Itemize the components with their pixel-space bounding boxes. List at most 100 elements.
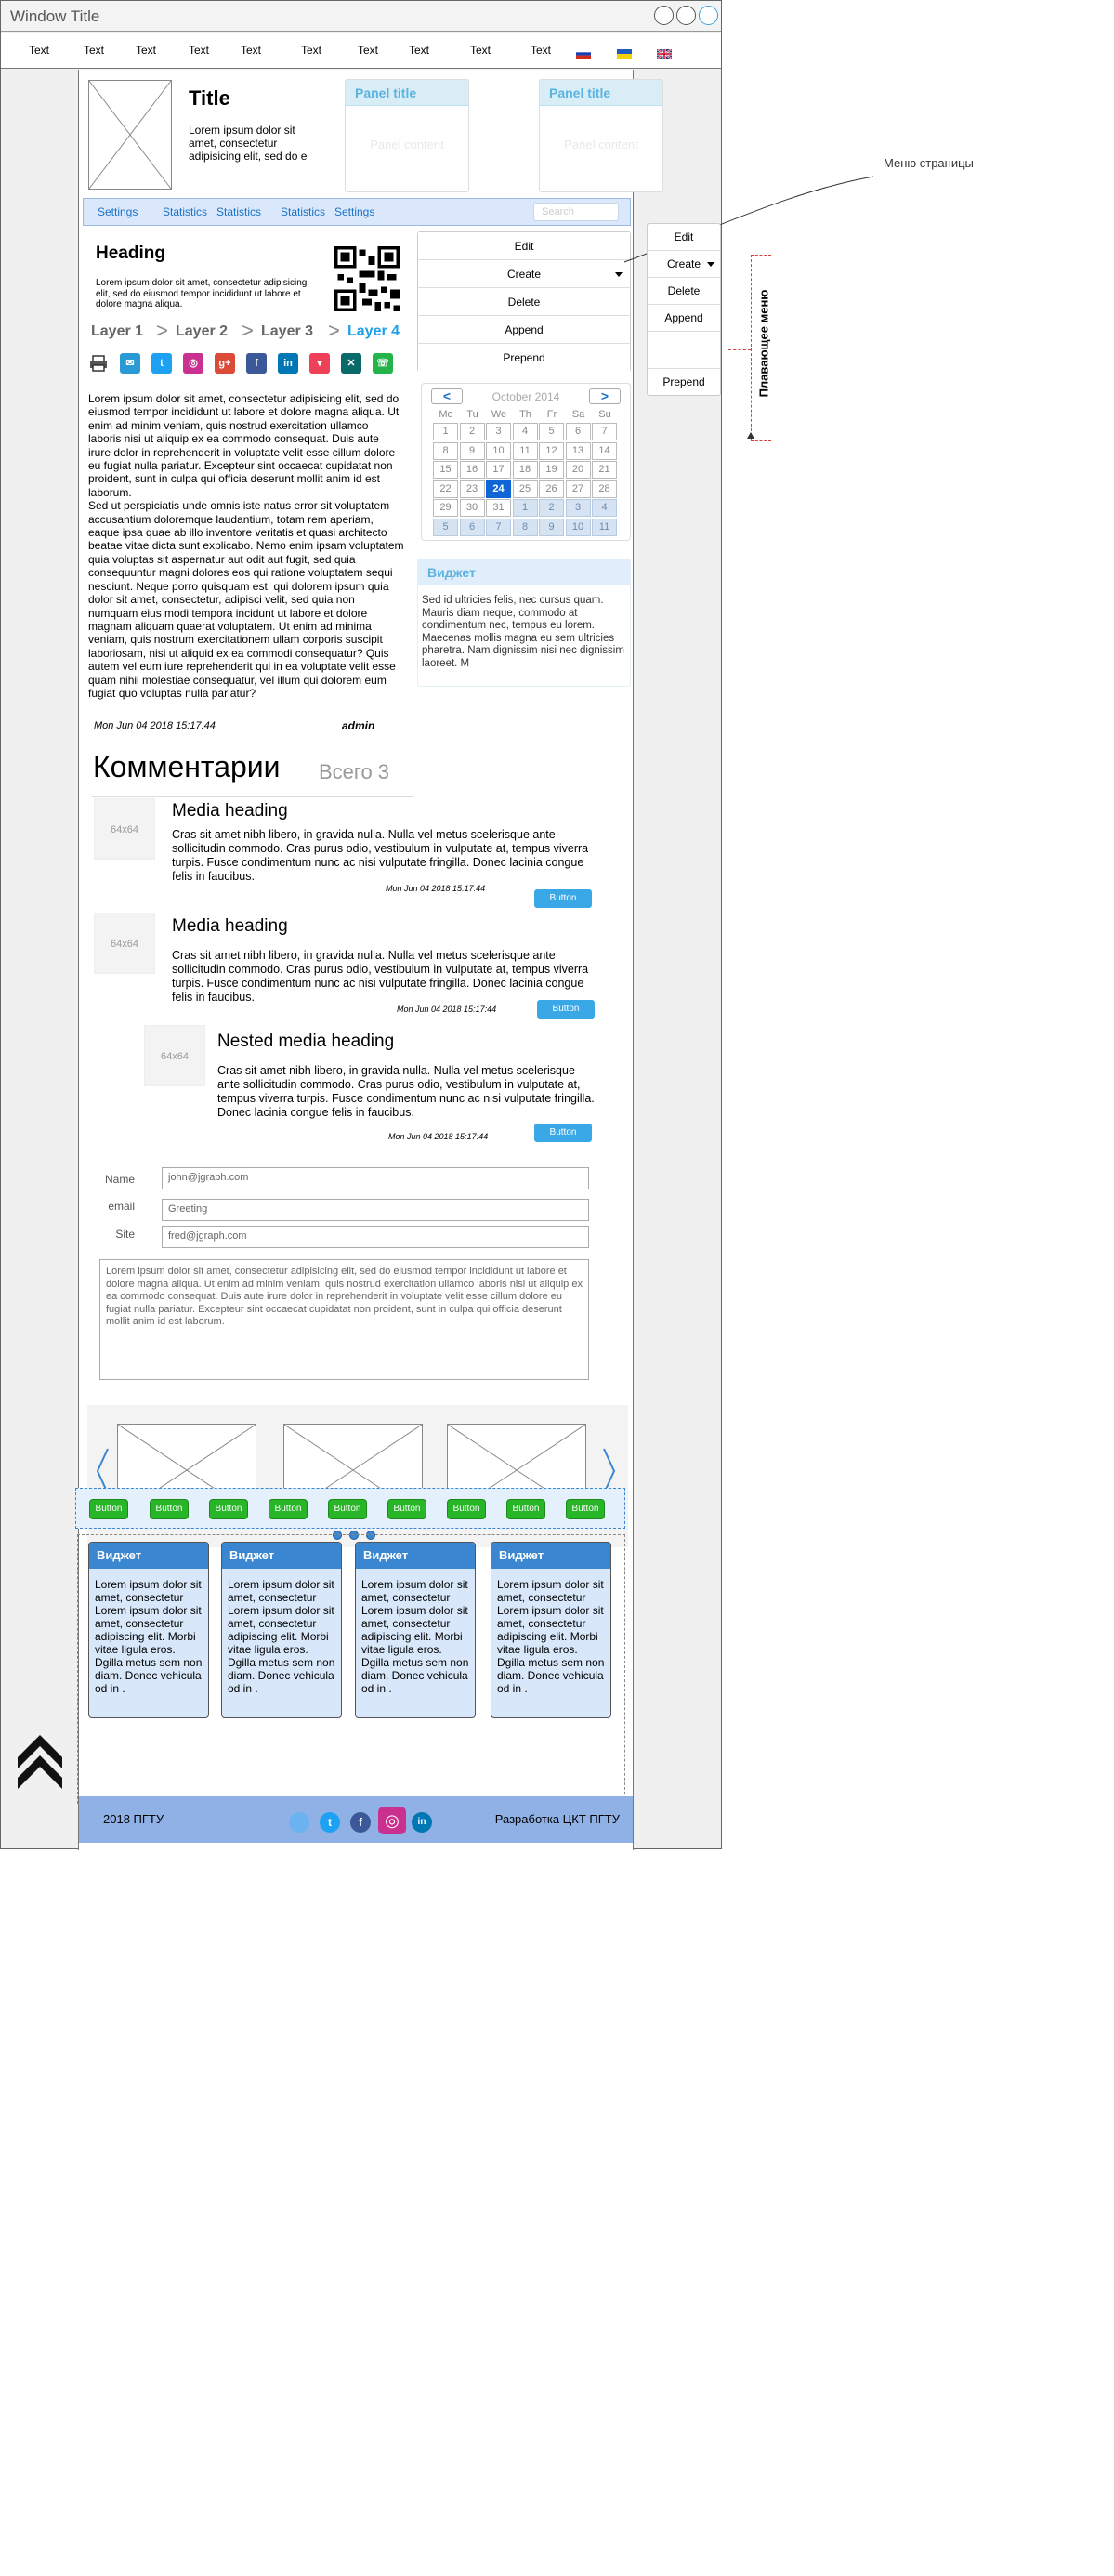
site-field[interactable]: fred@jgraph.com bbox=[162, 1226, 589, 1248]
calendar-day[interactable]: 15 bbox=[433, 461, 458, 479]
email-field[interactable]: Greeting bbox=[162, 1199, 589, 1221]
side-menu-item-create[interactable]: Create bbox=[418, 260, 630, 288]
calendar-day[interactable]: 7 bbox=[486, 518, 511, 536]
comment-button[interactable]: Button bbox=[534, 889, 592, 908]
calendar-day[interactable]: 23 bbox=[459, 480, 485, 498]
calendar-day[interactable]: 8 bbox=[433, 441, 458, 460]
calendar-day[interactable]: 14 bbox=[592, 441, 617, 460]
facebook-icon[interactable]: f bbox=[246, 353, 267, 374]
floating-menu-item-empty[interactable] bbox=[648, 332, 720, 369]
calendar-day[interactable]: 2 bbox=[459, 423, 485, 440]
floating-menu-item-append[interactable]: Append bbox=[648, 305, 720, 332]
green-button[interactable]: Button bbox=[269, 1499, 308, 1519]
green-button[interactable]: Button bbox=[447, 1499, 486, 1519]
menubar-item-settings[interactable]: Settings bbox=[334, 205, 374, 218]
calendar-day[interactable]: 20 bbox=[565, 461, 591, 479]
calendar-day[interactable]: 21 bbox=[592, 461, 617, 479]
calendar-day[interactable]: 3 bbox=[486, 423, 511, 440]
calendar-day[interactable]: 8 bbox=[512, 518, 538, 536]
calendar-day[interactable]: 3 bbox=[565, 499, 591, 517]
topnav-item[interactable]: Text bbox=[409, 44, 429, 57]
green-button[interactable]: Button bbox=[89, 1499, 128, 1519]
calendar-day[interactable]: 16 bbox=[459, 461, 485, 479]
scroll-to-top-icon[interactable] bbox=[14, 1729, 66, 1789]
calendar-day[interactable]: 5 bbox=[433, 518, 458, 536]
flag-ru-icon[interactable] bbox=[576, 46, 591, 59]
menubar-item-statistics[interactable]: Statistics bbox=[216, 205, 261, 218]
calendar-day[interactable]: 25 bbox=[512, 480, 538, 498]
calendar-day[interactable]: 4 bbox=[592, 499, 617, 517]
floating-menu-item-edit[interactable]: Edit bbox=[648, 224, 720, 251]
calendar-day[interactable]: 1 bbox=[512, 499, 538, 517]
calendar-day[interactable]: 7 bbox=[592, 423, 617, 440]
breadcrumb-item-current[interactable]: Layer 4 bbox=[347, 323, 400, 340]
green-button[interactable]: Button bbox=[209, 1499, 248, 1519]
calendar-day[interactable]: 6 bbox=[565, 423, 591, 440]
side-menu-item-prepend[interactable]: Prepend bbox=[418, 344, 630, 372]
linkedin-footer-icon[interactable]: in bbox=[412, 1812, 432, 1833]
calendar-day[interactable]: 17 bbox=[486, 461, 511, 479]
flag-gb-icon[interactable] bbox=[656, 46, 673, 59]
calendar-day[interactable]: 1 bbox=[433, 423, 458, 440]
topnav-item[interactable]: Text bbox=[531, 44, 551, 57]
email-share-icon[interactable]: ✉ bbox=[120, 353, 140, 374]
close-button[interactable] bbox=[699, 6, 718, 25]
calendar-day[interactable]: 12 bbox=[539, 441, 564, 460]
side-menu-item-edit[interactable]: Edit bbox=[418, 232, 630, 260]
calendar-day[interactable]: 29 bbox=[433, 499, 458, 517]
floating-menu-item-prepend[interactable]: Prepend bbox=[648, 369, 720, 395]
name-field[interactable]: john@jgraph.com bbox=[162, 1167, 589, 1189]
calendar-day[interactable]: 10 bbox=[486, 441, 511, 460]
calendar-day[interactable]: 13 bbox=[565, 441, 591, 460]
calendar-day[interactable]: 30 bbox=[459, 499, 485, 517]
facebook-footer-icon[interactable]: f bbox=[350, 1812, 371, 1833]
green-button[interactable]: Button bbox=[566, 1499, 605, 1519]
topnav-item[interactable]: Text bbox=[241, 44, 261, 57]
breadcrumb-item[interactable]: Layer 1 bbox=[91, 323, 143, 340]
maximize-button[interactable] bbox=[676, 6, 696, 25]
calendar-day[interactable]: 22 bbox=[433, 480, 458, 498]
green-button[interactable]: Button bbox=[506, 1499, 545, 1519]
topnav-item[interactable]: Text bbox=[470, 44, 491, 57]
calendar-day[interactable]: 19 bbox=[539, 461, 564, 479]
instagram-icon[interactable]: ◎ bbox=[183, 353, 203, 374]
calendar-day[interactable]: 5 bbox=[539, 423, 564, 440]
calendar-day[interactable]: 4 bbox=[512, 423, 538, 440]
xing-icon[interactable]: ✕ bbox=[341, 353, 361, 374]
calendar-day[interactable]: 11 bbox=[592, 518, 617, 536]
calendar-day-today[interactable]: 24 bbox=[486, 480, 511, 498]
linkedin-icon[interactable]: in bbox=[278, 353, 298, 374]
topnav-item[interactable]: Text bbox=[84, 44, 104, 57]
nested-comment-button[interactable]: Button bbox=[534, 1124, 592, 1142]
calendar-day[interactable]: 11 bbox=[512, 441, 538, 460]
calendar-day[interactable]: 9 bbox=[539, 518, 564, 536]
calendar-day[interactable]: 31 bbox=[486, 499, 511, 517]
calendar-day[interactable]: 10 bbox=[565, 518, 591, 536]
print-icon[interactable] bbox=[88, 353, 109, 374]
whatsapp-icon[interactable]: ☏ bbox=[373, 353, 393, 374]
calendar-day[interactable]: 2 bbox=[539, 499, 564, 517]
instagram-footer-icon[interactable]: ◎ bbox=[378, 1807, 406, 1834]
calendar-day[interactable]: 26 bbox=[539, 480, 564, 498]
green-button[interactable]: Button bbox=[328, 1499, 367, 1519]
search-input[interactable]: Search bbox=[533, 203, 619, 221]
calendar-day[interactable]: 27 bbox=[565, 480, 591, 498]
side-menu-item-append[interactable]: Append bbox=[418, 316, 630, 344]
message-textarea[interactable]: Lorem ipsum dolor sit amet, consectetur … bbox=[99, 1259, 589, 1380]
side-menu-item-delete[interactable]: Delete bbox=[418, 288, 630, 316]
email-footer-icon[interactable] bbox=[289, 1812, 309, 1833]
calendar-next-button[interactable]: > bbox=[589, 388, 621, 404]
green-button[interactable]: Button bbox=[387, 1499, 426, 1519]
floating-menu-item-create[interactable]: Create bbox=[648, 251, 720, 278]
menubar-item-statistics[interactable]: Statistics bbox=[163, 205, 207, 218]
twitter-footer-icon[interactable]: t bbox=[320, 1812, 340, 1833]
comment-button[interactable]: Button bbox=[537, 1000, 595, 1019]
topnav-item[interactable]: Text bbox=[189, 44, 209, 57]
breadcrumb-item[interactable]: Layer 3 bbox=[261, 323, 313, 340]
topnav-item[interactable]: Text bbox=[29, 44, 49, 57]
flag-ua-icon[interactable] bbox=[617, 46, 632, 59]
green-button[interactable]: Button bbox=[150, 1499, 189, 1519]
topnav-item[interactable]: Text bbox=[136, 44, 156, 57]
topnav-item[interactable]: Text bbox=[301, 44, 321, 57]
calendar-day[interactable]: 6 bbox=[459, 518, 485, 536]
